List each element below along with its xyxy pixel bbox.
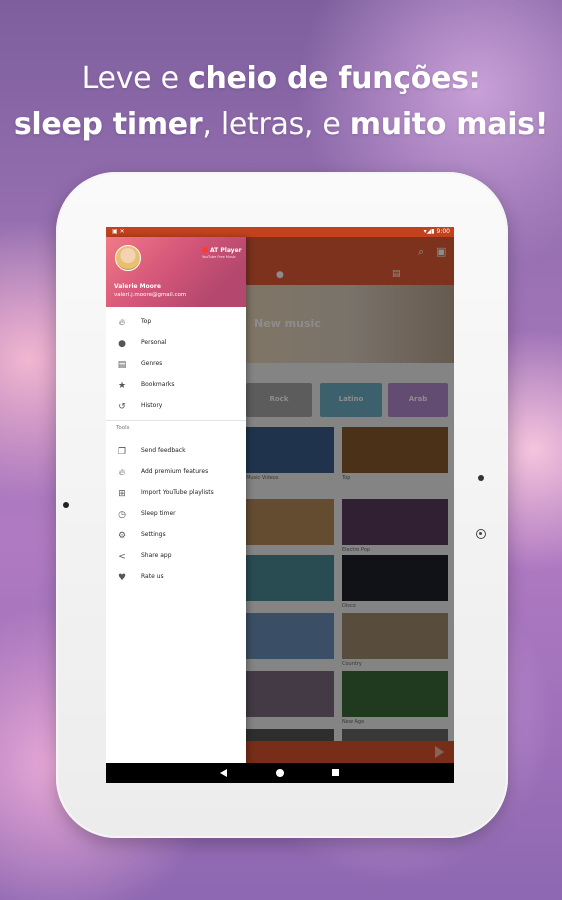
headline-bold-1: cheio de funções: [187, 61, 481, 96]
drawer-header: AT Player YouTube Free Music Valerie Moo… [106, 237, 246, 307]
add-playlist-icon: ⊞ [118, 489, 126, 499]
app-tagline: YouTube Free Music [202, 255, 236, 259]
menu-item-label: Top [141, 318, 152, 325]
menu-item-label: Import YouTube playlists [141, 489, 214, 496]
home-button-icon [476, 529, 486, 539]
menu-item-label: Personal [141, 339, 167, 346]
drawer-divider [106, 420, 246, 421]
menu-item-label: Send feedback [141, 447, 186, 454]
app-logo-icon [202, 247, 208, 253]
app-logo: AT Player [202, 247, 242, 254]
feedback-icon: ❐ [117, 447, 127, 457]
status-time: 9:00 [436, 228, 450, 235]
menu-item-rate-us[interactable]: ♥ Rate us [106, 568, 246, 588]
sensor-dot [478, 475, 484, 481]
home-icon[interactable] [276, 769, 284, 777]
menu-item-top[interactable]: 🔥︎ Top [106, 313, 246, 333]
navigation-drawer: AT Player YouTube Free Music Valerie Moo… [106, 237, 246, 763]
fire-icon: 🔥︎ [118, 318, 126, 328]
menu-item-bookmarks[interactable]: ★ Bookmarks [106, 376, 246, 396]
heart-icon: ♥ [117, 573, 127, 583]
camera-dot [63, 502, 69, 508]
menu-item-label: Rate us [141, 573, 164, 580]
user-email: valeri.j.moore@gmail.com [114, 292, 187, 298]
menu-item-label: History [141, 402, 163, 409]
status-bar: ▣ ✕ ▾◢▮ 9:00 [106, 227, 454, 237]
user-name: Valerie Moore [114, 283, 161, 290]
menu-item-label: Genres [141, 360, 163, 367]
menu-item-label: Settings [141, 531, 166, 538]
android-nav-bar [106, 763, 454, 783]
menu-item-label: Sleep timer [141, 510, 176, 517]
menu-item-genres[interactable]: ▤ Genres [106, 355, 246, 375]
headline-light-2: , letras, e [202, 107, 350, 142]
tools-section-label: Tools [116, 425, 130, 431]
menu-item-settings[interactable]: ⚙ Settings [106, 526, 246, 546]
menu-item-sleep-timer[interactable]: ◷ Sleep timer [106, 505, 246, 525]
share-icon: < [118, 552, 126, 562]
recents-icon[interactable] [332, 769, 339, 776]
app-name: AT Player [210, 247, 242, 254]
menu-item-import-playlists[interactable]: ⊞ Import YouTube playlists [106, 484, 246, 504]
menu-item-label: Add premium features [141, 468, 209, 475]
headline-bold-2: sleep timer [13, 107, 203, 142]
menu-item-label: Share app [141, 552, 172, 559]
notification-icons: ▣ ✕ [112, 228, 125, 235]
menu-item-share-app[interactable]: < Share app [106, 547, 246, 567]
gear-icon: ⚙ [117, 531, 127, 541]
menu-item-history[interactable]: ↺ History [106, 397, 246, 417]
timer-icon: ◷ [118, 510, 126, 520]
promo-headline: Leve e cheio de funções: sleep timer, le… [0, 56, 562, 148]
person-icon: ● [118, 339, 126, 349]
star-icon: ★ [117, 381, 127, 391]
library-icon: ▤ [117, 360, 127, 370]
history-icon: ↺ [118, 402, 126, 412]
headline-light-1: Leve e [81, 61, 188, 96]
menu-item-label: Bookmarks [141, 381, 175, 388]
avatar[interactable] [115, 245, 141, 271]
tablet-screen: ▣ ✕ ▾◢▮ 9:00 ⌕ ▣ ● ▤ New music Rock Lati… [106, 227, 454, 783]
menu-item-premium[interactable]: 🔥︎ Add premium features [106, 463, 246, 483]
fire-icon: 🔥︎ [118, 468, 126, 478]
menu-item-send-feedback[interactable]: ❐ Send feedback [106, 442, 246, 462]
back-icon[interactable] [220, 769, 227, 777]
menu-item-personal[interactable]: ● Personal [106, 334, 246, 354]
status-right: ▾◢▮ 9:00 [423, 228, 450, 235]
headline-bold-3: muito mais! [349, 107, 549, 142]
